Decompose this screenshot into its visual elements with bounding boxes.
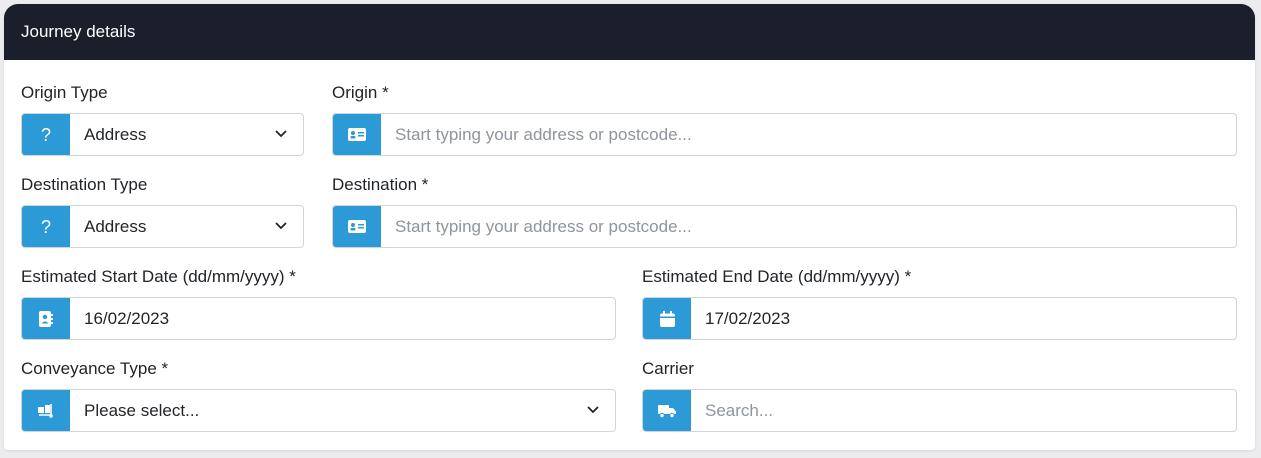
- origin-type-field: Origin Type ? Address: [21, 82, 304, 156]
- conveyance-type-label: Conveyance Type *: [21, 359, 169, 378]
- origin-type-label: Origin Type: [21, 83, 108, 102]
- contact-book-icon: [22, 298, 70, 339]
- truck-icon: [643, 390, 691, 431]
- destination-type-value: Address: [84, 216, 147, 236]
- address-card-icon: [333, 206, 381, 247]
- start-date-input[interactable]: 16/02/2023: [21, 297, 616, 340]
- journey-details-panel: Journey details Origin Type ? Address Or…: [4, 4, 1255, 450]
- dolly-icon: [22, 390, 70, 431]
- destination-type-select[interactable]: ? Address: [21, 205, 304, 248]
- start-date-label: Estimated Start Date (dd/mm/yyyy) *: [21, 267, 296, 286]
- carrier-input[interactable]: Search...: [642, 389, 1237, 432]
- conveyance-type-select[interactable]: Please select...: [21, 389, 616, 432]
- origin-label: Origin *: [332, 83, 389, 102]
- end-date-value: 17/02/2023: [705, 308, 791, 328]
- destination-type-field: Destination Type ? Address: [21, 174, 304, 248]
- origin-field: Origin * Start typing your address or po…: [332, 82, 1237, 156]
- origin-type-value: Address: [84, 124, 147, 144]
- svg-text:?: ?: [41, 126, 51, 144]
- chevron-down-icon: [587, 405, 599, 413]
- start-date-value: 16/02/2023: [84, 308, 170, 328]
- carrier-placeholder: Search...: [705, 400, 774, 420]
- end-date-label: Estimated End Date (dd/mm/yyyy) *: [642, 267, 912, 286]
- destination-label: Destination *: [332, 175, 429, 194]
- svg-text:?: ?: [41, 218, 51, 236]
- question-icon: ?: [22, 114, 70, 155]
- origin-type-select[interactable]: ? Address: [21, 113, 304, 156]
- question-icon: ?: [22, 206, 70, 247]
- destination-input[interactable]: Start typing your address or postcode...: [332, 205, 1237, 248]
- end-date-field: Estimated End Date (dd/mm/yyyy) * 17/02/…: [642, 266, 1237, 340]
- conveyance-type-field: Conveyance Type * Please select...: [21, 358, 616, 432]
- address-card-icon: [333, 114, 381, 155]
- origin-placeholder: Start typing your address or postcode...: [395, 124, 692, 144]
- panel-title: Journey details: [4, 4, 1255, 60]
- end-date-input[interactable]: 17/02/2023: [642, 297, 1237, 340]
- chevron-down-icon: [275, 221, 287, 229]
- start-date-field: Estimated Start Date (dd/mm/yyyy) * 16/0…: [21, 266, 616, 340]
- destination-placeholder: Start typing your address or postcode...: [395, 216, 692, 236]
- origin-input[interactable]: Start typing your address or postcode...: [332, 113, 1237, 156]
- chevron-down-icon: [275, 129, 287, 137]
- calendar-icon: [643, 298, 691, 339]
- carrier-field: Carrier Search...: [642, 358, 1237, 432]
- conveyance-type-value: Please select...: [84, 400, 200, 420]
- carrier-label: Carrier: [642, 359, 694, 378]
- destination-field: Destination * Start typing your address …: [332, 174, 1237, 248]
- destination-type-label: Destination Type: [21, 175, 148, 194]
